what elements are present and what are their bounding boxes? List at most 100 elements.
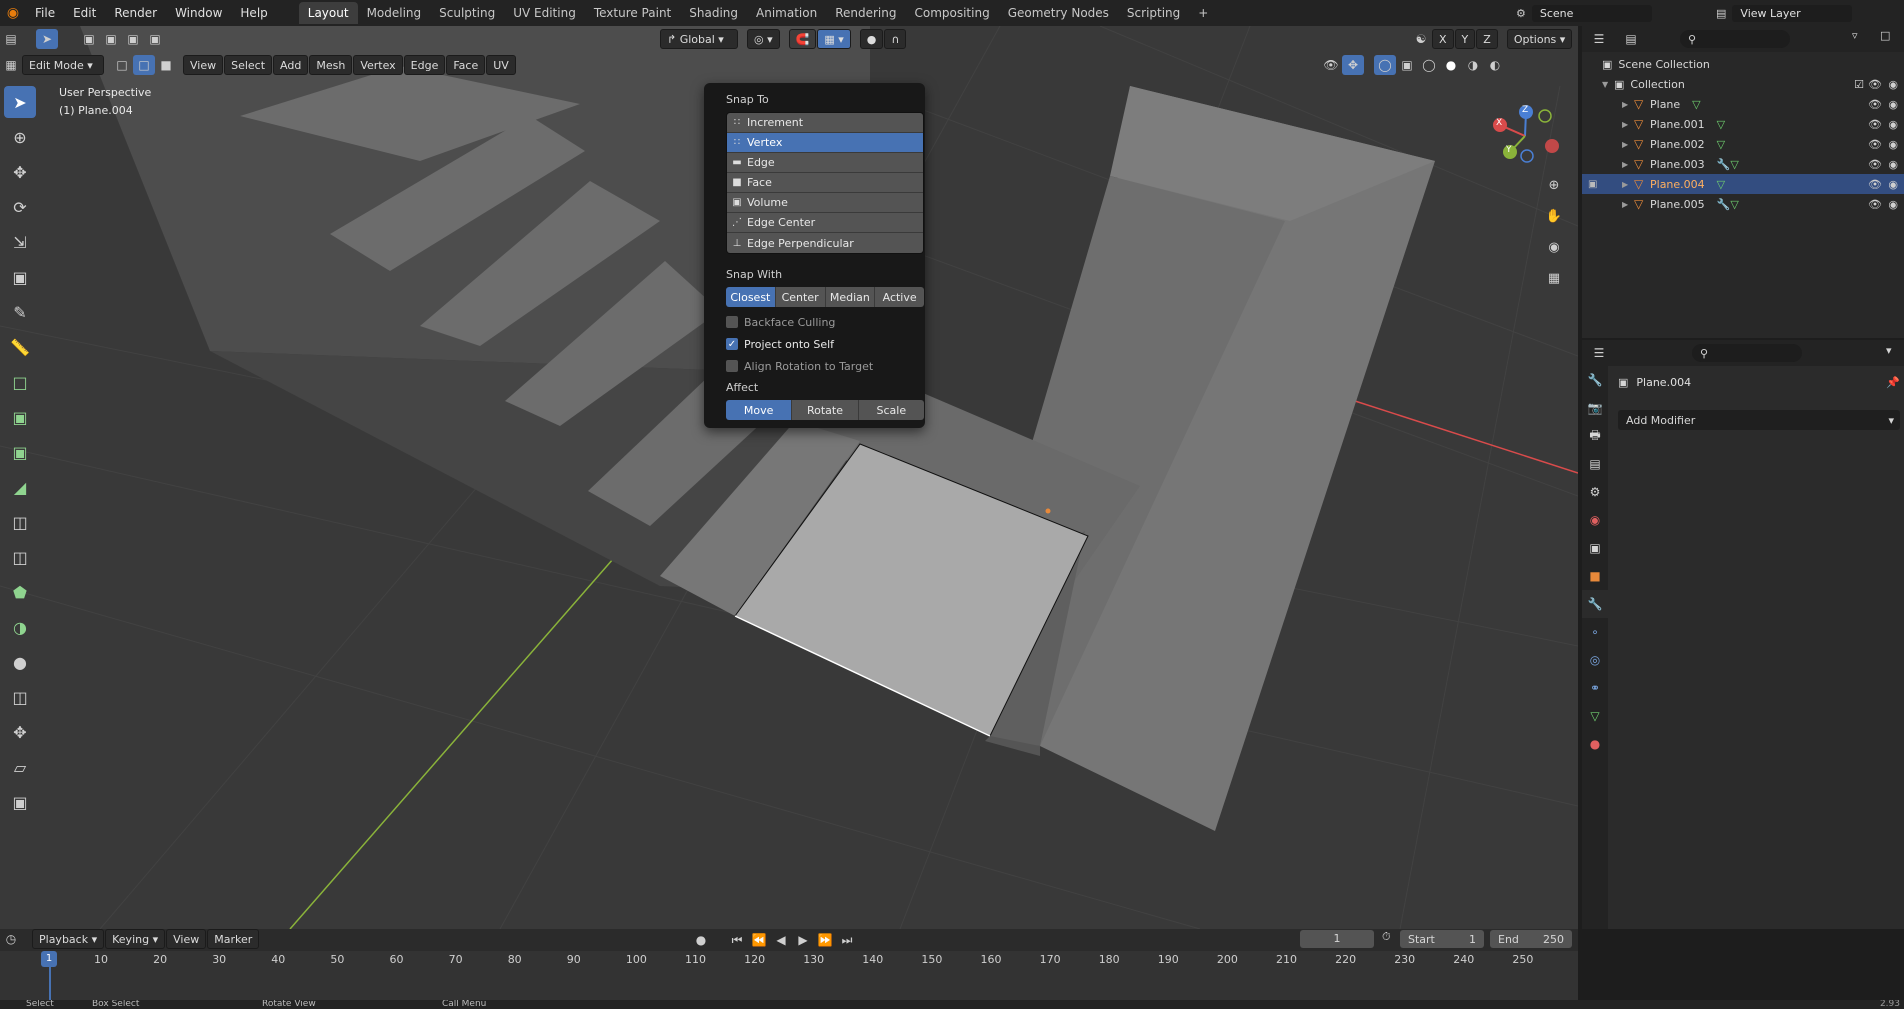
collection-tab-icon[interactable]: ▣ [1582, 534, 1608, 562]
mirror-z-button[interactable]: Z [1476, 29, 1498, 49]
mirror-icon[interactable]: ☯ [1410, 29, 1432, 49]
menu-edge[interactable]: Edge [403, 55, 446, 75]
timeline-editor-icon[interactable]: ◷ [0, 929, 22, 949]
move-tool-icon[interactable]: ✥ [4, 156, 36, 188]
snap-to-face[interactable]: ■ Face [727, 173, 923, 193]
playhead-label[interactable]: 1 [41, 951, 57, 967]
outliner-row-plane-005[interactable]: ▶ ▽ Plane.005 🔧 ▽ 👁 ◉ [1582, 194, 1904, 214]
menu-file[interactable]: File [26, 6, 64, 20]
falloff-dropdown[interactable]: ∩ [884, 29, 907, 49]
outliner-search-input[interactable]: ⚲ [1680, 30, 1790, 48]
properties-editor-icon[interactable]: ☰ [1588, 343, 1610, 363]
mesh-data-tab-icon[interactable]: ▽ [1582, 702, 1608, 730]
extrude-tool-icon[interactable]: ▣ [4, 401, 36, 433]
backface-culling-checkbox[interactable]: Backface Culling [726, 311, 915, 333]
physics-tab-icon[interactable]: ◎ [1582, 646, 1608, 674]
jump-end-icon[interactable]: ⏭ [836, 930, 858, 950]
camera-icon[interactable]: ◉ [1888, 138, 1898, 151]
expand-icon[interactable]: ▶ [1622, 100, 1634, 109]
outliner-row-plane-002[interactable]: ▶ ▽ Plane.002 ▽ 👁 ◉ [1582, 134, 1904, 154]
mirror-x-button[interactable]: X [1432, 29, 1454, 49]
prev-keyframe-icon[interactable]: ⏪ [748, 930, 770, 950]
particles-tab-icon[interactable]: ∘ [1582, 618, 1608, 646]
scene-name[interactable]: Scene [1531, 4, 1652, 22]
snap-to-vertex[interactable]: ∷ Vertex [727, 133, 923, 153]
camera-icon[interactable]: ◉ [1888, 158, 1898, 171]
collection-checkbox[interactable]: ☑ [1854, 78, 1864, 91]
annotate-tool-icon[interactable]: ✎ [4, 296, 36, 328]
snap-to-edge-center[interactable]: ⋰ Edge Center [727, 213, 923, 233]
wireframe-shading-icon[interactable]: ◯ [1418, 55, 1440, 75]
select-subtract-icon[interactable]: ▣ [122, 29, 144, 49]
tab-texture-paint[interactable]: Texture Paint [585, 2, 680, 24]
view-layer-selector[interactable]: ▤ View Layer [1716, 3, 1896, 23]
rotate-tool-icon[interactable]: ⟳ [4, 191, 36, 223]
expand-icon[interactable]: ▶ [1622, 120, 1634, 129]
rip-tool-icon[interactable]: ▣ [4, 786, 36, 818]
tab-uv-editing[interactable]: UV Editing [504, 2, 585, 24]
new-collection-icon[interactable]: □ [1880, 29, 1890, 42]
eye-icon[interactable]: 👁 [1868, 78, 1882, 91]
jump-start-icon[interactable]: ⏮ [726, 930, 748, 950]
view-layer-name[interactable]: View Layer [1732, 4, 1853, 22]
material-tab-icon[interactable]: ● [1582, 730, 1608, 758]
outliner-row-plane-001[interactable]: ▶ ▽ Plane.001 ▽ 👁 ◉ [1582, 114, 1904, 134]
mirror-y-button[interactable]: Y [1454, 29, 1476, 49]
camera-icon[interactable]: ◉ [1888, 178, 1898, 191]
object-tab-icon[interactable]: ■ [1582, 562, 1608, 590]
expand-icon[interactable]: ▶ [1622, 200, 1634, 209]
affect-scale[interactable]: Scale [858, 400, 924, 420]
add-workspace-icon[interactable]: + [1189, 2, 1217, 24]
outliner-scene-collection[interactable]: ▣ Scene Collection [1582, 54, 1904, 74]
tab-geometry-nodes[interactable]: Geometry Nodes [999, 2, 1118, 24]
options-dropdown[interactable]: Options ▾ [1506, 29, 1573, 49]
scene-selector[interactable]: ⚙ Scene [1516, 3, 1676, 23]
start-frame-field[interactable]: Start 1 [1400, 930, 1484, 948]
camera-icon[interactable]: ◉ [1888, 98, 1898, 111]
select-new-icon[interactable]: ▣ [78, 29, 100, 49]
project-onto-self-checkbox[interactable]: ✓ Project onto Self [726, 333, 915, 355]
rendered-shading-icon[interactable]: ◐ [1484, 55, 1506, 75]
poly-build-tool-icon[interactable]: ⬟ [4, 576, 36, 608]
spin-tool-icon[interactable]: ◑ [4, 611, 36, 643]
camera-view-icon[interactable]: ◉ [1540, 233, 1568, 261]
snap-to-volume[interactable]: ▣ Volume [727, 193, 923, 213]
outliner-row-plane-004[interactable]: ▣ ▶ ▽ Plane.004 ▽ 👁 ◉ [1582, 174, 1904, 194]
outliner-collection[interactable]: ▼ ▣ Collection ☑ 👁 ◉ [1582, 74, 1904, 94]
measure-tool-icon[interactable]: 📏 [4, 331, 36, 363]
menu-help[interactable]: Help [231, 6, 276, 20]
snap-to-edge-perpendicular[interactable]: ⊥ Edge Perpendicular [727, 233, 923, 253]
tab-rendering[interactable]: Rendering [826, 2, 905, 24]
record-icon[interactable]: ● [690, 930, 712, 950]
zoom-icon[interactable]: ⊕ [1540, 171, 1568, 199]
snap-to-edge[interactable]: ▬ Edge [727, 153, 923, 173]
face-select-mode-icon[interactable]: ■ [155, 55, 177, 75]
solid-shading-icon[interactable]: ● [1440, 55, 1462, 75]
menu-vertex[interactable]: Vertex [353, 55, 403, 75]
eye-icon[interactable]: 👁 [1868, 158, 1882, 171]
snap-to-increment[interactable]: ∷ Increment [727, 113, 923, 133]
edge-slide-tool-icon[interactable]: ◫ [4, 681, 36, 713]
cursor-tool-icon[interactable]: ⊕ [4, 121, 36, 153]
xray-icon[interactable]: ▣ [1396, 55, 1418, 75]
modifier-tab-icon[interactable]: 🔧 [1582, 590, 1608, 618]
keying-menu[interactable]: Keying ▾ [105, 929, 166, 949]
editor-type-icon[interactable]: ▤ [0, 29, 22, 49]
smooth-tool-icon[interactable]: ● [4, 646, 36, 678]
select-extend-icon[interactable]: ▣ [100, 29, 122, 49]
properties-search-input[interactable]: ⚲ [1692, 344, 1802, 362]
stopwatch-icon[interactable]: ⏱ [1382, 930, 1391, 944]
filter-icon[interactable]: ▿ [1852, 29, 1858, 42]
pin-icon[interactable]: 📌 [1886, 376, 1900, 389]
eye-icon[interactable]: 👁 [1868, 118, 1882, 131]
align-rotation-checkbox[interactable]: Align Rotation to Target [726, 355, 915, 377]
select-tool-icon[interactable]: ➤ [36, 29, 58, 49]
knife-tool-icon[interactable]: ◫ [4, 541, 36, 573]
visibility-icon[interactable]: 👁 [1320, 55, 1342, 75]
tab-animation[interactable]: Animation [747, 2, 826, 24]
eye-icon[interactable]: 👁 [1868, 198, 1882, 211]
transform-orientation-dropdown[interactable]: ↱ Global ▾ [660, 29, 738, 49]
scene-tab-icon[interactable]: ⚙ [1582, 478, 1608, 506]
inset-tool-icon[interactable]: ▣ [4, 436, 36, 468]
chevron-down-icon[interactable]: ▾ [1886, 344, 1892, 357]
